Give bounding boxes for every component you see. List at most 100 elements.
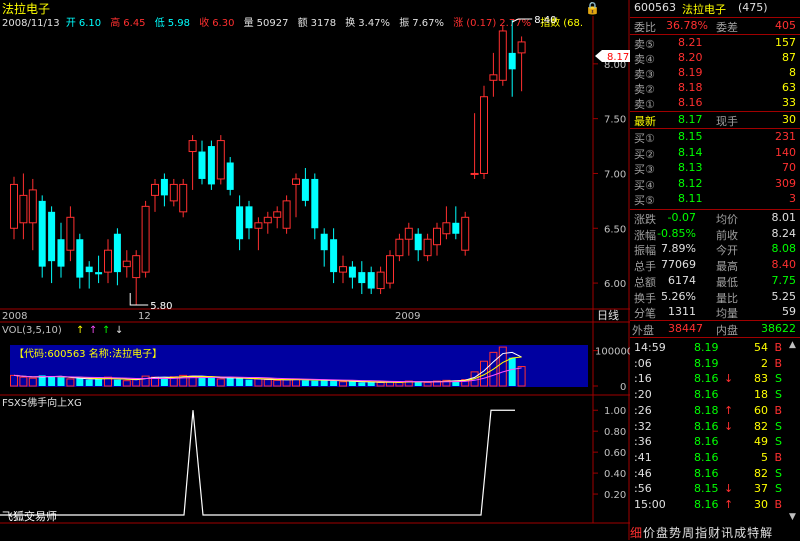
candle-body — [216, 140, 225, 180]
tick-time: :36 — [634, 435, 652, 449]
candle-body — [470, 172, 479, 175]
stat-value: -0.85% — [657, 226, 696, 240]
stat-value-2: 7.75 — [771, 273, 797, 287]
candle-body — [376, 271, 385, 290]
tick-price: 8.16 — [694, 419, 719, 433]
tick-volume: 82 — [754, 419, 768, 433]
tab-1[interactable]: 价 — [643, 526, 655, 540]
stat-label-2: 量比 — [716, 291, 738, 305]
tab-10[interactable]: 解 — [760, 526, 772, 540]
stat-value-2: 8.01 — [771, 211, 797, 224]
sell-volume: 157 — [775, 36, 796, 49]
candle-body — [188, 140, 197, 153]
tab-7[interactable]: 讯 — [721, 526, 733, 540]
candle-body — [48, 211, 56, 262]
current-price-value: 8.17 — [607, 52, 629, 63]
candle-body — [367, 272, 375, 289]
tick-side: B — [774, 403, 782, 417]
stat-value-2: 5.25 — [771, 289, 797, 303]
price-tick-label: 6.00 — [604, 279, 626, 290]
volume-bar — [236, 378, 244, 386]
tick-arrow: ↓ — [724, 482, 734, 496]
tick-side: B — [774, 498, 782, 511]
tab-8[interactable]: 成 — [734, 526, 746, 540]
price-tick-label: 6.50 — [604, 224, 626, 235]
current-price-tag: 8.17 — [595, 50, 630, 63]
tick-row: :56 8.15 ↓ 37 S — [630, 482, 800, 497]
tick-price: 8.15 — [694, 482, 719, 496]
sell-volume: 33 — [782, 96, 796, 109]
tick-row: :36 8.16 49 S — [630, 435, 800, 450]
tab-0[interactable]: 细 — [630, 526, 642, 540]
tick-volume: 82 — [754, 466, 768, 480]
tab-9[interactable]: 特 — [747, 526, 759, 540]
candle-body — [442, 222, 451, 235]
buy-row: 买④ 8.12 309 — [630, 177, 800, 192]
buy-volume: 3 — [789, 192, 796, 205]
latest-price: 8.17 — [678, 113, 703, 126]
indicator-tick-label: 0.60 — [604, 448, 626, 459]
sell-price: 8.21 — [678, 36, 703, 49]
candle-body — [404, 227, 413, 240]
high-marker-label: 8.40 — [534, 15, 556, 26]
volume-bar — [367, 382, 375, 386]
sell-volume: 63 — [782, 81, 796, 94]
sell-label: 卖① — [634, 98, 655, 111]
price-tick-label: 7.00 — [604, 169, 626, 180]
tick-volume: 18 — [754, 388, 768, 402]
sell-price: 8.20 — [678, 51, 703, 64]
arrow-up-pink-icon: ↑ — [89, 325, 97, 336]
stat-value-2: 59 — [782, 305, 796, 319]
tick-row: :06 8.19 2 B — [630, 357, 800, 372]
candle-body — [339, 266, 347, 273]
volume-bar — [301, 380, 309, 386]
period-label[interactable]: 日线 — [597, 308, 619, 322]
tick-price: 8.16 — [694, 450, 719, 464]
tab-2[interactable]: 盘 — [656, 526, 668, 540]
tick-row: :20 8.16 18 S — [630, 388, 800, 403]
tick-arrow: ↑ — [724, 403, 734, 417]
tab-5[interactable]: 指 — [695, 526, 707, 540]
tick-side: B — [774, 356, 782, 370]
sell-row: 卖① 8.16 33 — [630, 96, 800, 111]
tick-side: S — [775, 388, 782, 402]
buy-row: 买② 8.14 140 — [630, 146, 800, 161]
tick-scrollbar[interactable]: ▲ ▼ — [785, 340, 800, 522]
stat-label-2: 最低 — [716, 275, 738, 289]
candle-body — [38, 200, 46, 267]
volume-indicator-label: VOL(3,5,10) — [2, 325, 62, 336]
stat-value-2: 8.24 — [771, 226, 797, 240]
tick-arrow: ↓ — [724, 419, 734, 433]
scroll-down-icon[interactable]: ▼ — [785, 512, 800, 522]
candle-body — [28, 189, 37, 224]
stat-label-2: 前收 — [716, 228, 738, 242]
sell-row: 卖② 8.18 63 — [630, 81, 800, 96]
candle-body — [254, 222, 263, 229]
stat-label: 涨幅 — [634, 228, 656, 242]
buy-label: 买⑤ — [634, 194, 655, 207]
buy-row: 买③ 8.13 70 — [630, 161, 800, 176]
scroll-up-icon[interactable]: ▲ — [785, 340, 800, 350]
stat-label: 总手 — [634, 260, 656, 274]
inner-label: 内盘 — [716, 324, 738, 337]
buy-row: 买⑤ 8.11 3 — [630, 192, 800, 207]
stat-row: 涨幅 -0.85% 前收 8.24 — [630, 227, 800, 242]
low-marker-line — [129, 293, 149, 306]
volume-bar — [57, 377, 65, 386]
candle-body — [508, 52, 516, 70]
sell-row: 卖⑤ 8.21 157 — [630, 36, 800, 51]
tick-time: :32 — [634, 419, 652, 433]
low-marker-label: 5.80 — [150, 301, 172, 312]
tab-4[interactable]: 周 — [682, 526, 694, 540]
tab-6[interactable]: 财 — [708, 526, 720, 540]
tab-3[interactable]: 势 — [669, 526, 681, 540]
tick-side: B — [774, 450, 782, 464]
candle-body — [113, 233, 121, 273]
stat-row: 振幅 7.89% 今开 8.08 — [630, 242, 800, 257]
volume-bar — [113, 379, 121, 386]
stat-label: 分笔 — [634, 307, 656, 321]
chart-area[interactable]: 8.007.507.006.506.00 2008 12 2009 日线 8.4… — [0, 0, 630, 540]
indicator-label: FSXS佛手向上XG — [2, 396, 82, 409]
tick-volume: 83 — [754, 372, 768, 386]
candle-body — [169, 183, 178, 202]
